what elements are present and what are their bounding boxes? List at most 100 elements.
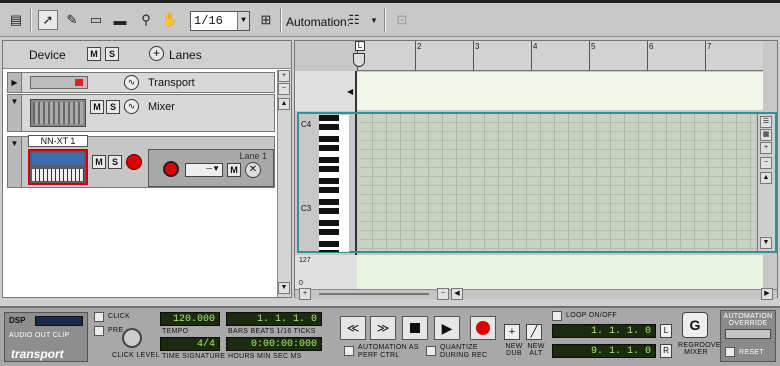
scroll-left-icon[interactable]: ◀ — [451, 288, 463, 300]
pre-checkbox[interactable] — [94, 326, 104, 336]
fast-forward-button[interactable]: ≫ — [370, 316, 396, 340]
eraser-icon[interactable]: ▭ — [86, 10, 106, 30]
regroove-button[interactable]: G — [682, 312, 708, 338]
stop-button[interactable] — [402, 316, 428, 340]
zoom-out-icon[interactable]: − — [278, 83, 290, 95]
click-label: CLICK — [108, 313, 131, 320]
loop-checkbox[interactable] — [552, 311, 562, 321]
track-name: Transport — [148, 77, 195, 89]
record-button[interactable] — [470, 316, 496, 340]
scroll-right-icon[interactable]: ▶ — [761, 288, 773, 300]
record-icon — [476, 321, 490, 335]
left-locator-button[interactable]: L — [660, 324, 672, 338]
expand-triangle-icon[interactable]: ▶ — [8, 73, 22, 92]
automation-override-indicator — [725, 329, 771, 339]
click-checkbox[interactable] — [94, 312, 104, 322]
zoom-out-icon[interactable]: − — [760, 157, 772, 169]
razor-icon[interactable]: ▬ — [110, 10, 130, 30]
collapse-triangle-icon[interactable]: ▼ — [8, 95, 22, 131]
automation-curve-icon[interactable]: ∿ — [124, 99, 139, 114]
piano-keyboard[interactable] — [319, 115, 349, 252]
transport-panel: DSP AUDIO OUT CLIP transport CLICK PRE C… — [0, 306, 780, 366]
zoom-in-icon[interactable]: + — [760, 142, 772, 154]
hand-icon[interactable]: ✋ — [160, 10, 180, 30]
mute-button[interactable]: M — [90, 100, 104, 114]
horizontal-scrollbar[interactable]: + − ◀ ▶ — [295, 288, 777, 300]
transport-lane[interactable] — [357, 72, 763, 110]
automation-label: Automation: — [286, 15, 351, 29]
note-editor-scrollbar[interactable]: ☰ ▦ + − ▲ ▼ — [757, 114, 775, 251]
reset-button[interactable] — [725, 347, 735, 357]
toolbar-divider — [30, 8, 32, 32]
arrow-icon[interactable]: ➚ — [38, 10, 58, 30]
lane-record-button[interactable] — [163, 161, 179, 177]
automation-lanes-icon[interactable]: ☷ — [344, 10, 364, 30]
snap-value: 1/16 — [194, 14, 223, 28]
zoom-in-icon[interactable]: + — [278, 70, 290, 82]
play-button[interactable]: ▶ — [434, 316, 460, 340]
collapse-triangle-icon[interactable]: ▼ — [8, 137, 22, 187]
time-units-label: HOURS MIN SEC MS — [228, 353, 302, 360]
lanes-label: Lanes — [169, 48, 202, 62]
automation-curve-icon[interactable]: ∿ — [124, 75, 139, 90]
stop-icon — [410, 323, 420, 333]
record-enable-button[interactable] — [126, 154, 142, 170]
lane-arrow-icon: ◀ — [347, 87, 354, 96]
bar-number: 3 — [475, 42, 480, 51]
mute-button[interactable]: M — [92, 155, 106, 169]
zoom-in-icon[interactable]: + — [299, 288, 311, 300]
song-position-display[interactable]: 1. 1. 1. 0 — [226, 312, 322, 326]
right-locator-button[interactable]: R — [660, 344, 672, 358]
magnify-icon[interactable]: ⚲ — [136, 10, 156, 30]
lane-name: Lane 1 — [239, 151, 267, 161]
pencil-icon[interactable]: ✎ — [62, 10, 82, 30]
time-display[interactable]: 0:00:00:000 — [226, 337, 322, 351]
delete-lane-icon[interactable]: ✕ — [245, 162, 261, 178]
snap-toggle-icon[interactable]: ⊞ — [256, 10, 276, 30]
scroll-up-icon[interactable]: ▲ — [760, 172, 772, 184]
lane-mute-button[interactable]: M — [227, 163, 241, 177]
mute-header-button[interactable]: M — [87, 47, 101, 61]
add-lane-icon[interactable]: + — [149, 46, 164, 61]
record-icon — [75, 79, 83, 86]
chevron-down-icon[interactable]: ▼ — [364, 10, 384, 30]
solo-button[interactable]: S — [106, 100, 120, 114]
new-alt-label: NEW ALT — [527, 343, 545, 357]
mixer-track[interactable]: ▼ M S ∿ Mixer — [7, 94, 275, 132]
tempo-display[interactable]: 120.000 — [160, 312, 220, 326]
solo-button[interactable]: S — [108, 155, 122, 169]
zoom-out-icon[interactable]: − — [437, 288, 449, 300]
note-editor[interactable]: C4 C3 ☰ ▦ + − ▲ ▼ — [297, 112, 777, 253]
scroll-up-icon[interactable]: ▲ — [278, 98, 290, 110]
new-alt-button[interactable]: ╱ — [526, 324, 542, 340]
note-grid[interactable] — [359, 114, 755, 251]
left-locator-display[interactable]: 1. 1. 1. 0 — [552, 324, 656, 338]
edit-mode-icon[interactable]: ▦ — [760, 129, 772, 141]
right-locator-display[interactable]: 9. 1. 1. 0 — [552, 344, 656, 358]
bar-ruler[interactable]: 1 2 3 4 5 6 7 L — [353, 41, 763, 71]
solo-header-button[interactable]: S — [105, 47, 119, 61]
click-level-knob[interactable] — [122, 328, 142, 348]
sequencer-icon[interactable]: ▤ — [6, 10, 26, 30]
left-locator-flag[interactable]: L — [355, 41, 365, 51]
scroll-down-icon[interactable]: ▼ — [278, 282, 290, 294]
snap-select[interactable]: 1/16 ▼ — [190, 11, 250, 31]
time-signature-display[interactable]: 4/4 — [160, 337, 220, 351]
audio-out-clip-label: AUDIO OUT CLIP — [9, 332, 70, 339]
click-level-label: CLICK LEVEL — [112, 352, 160, 359]
dsp-meter — [35, 316, 83, 326]
track-name-tab[interactable]: NN-XT 1 — [28, 135, 88, 147]
lane-toggle-icon[interactable]: ☰ — [760, 116, 772, 128]
new-dub-button[interactable]: + — [504, 324, 520, 340]
nnxt-track[interactable]: ▼ NN-XT 1 M S Lane 1 ─▼ M ✕ — [7, 135, 275, 188]
track-list-scrollbar[interactable]: + − ▲ ▼ — [277, 70, 291, 297]
zoom-slider[interactable] — [319, 293, 429, 295]
rewind-button[interactable]: ≪ — [340, 316, 366, 340]
song-position-marker[interactable] — [353, 53, 365, 67]
lane-select[interactable]: ─▼ — [185, 163, 223, 177]
quantize-checkbox[interactable] — [426, 346, 436, 356]
transport-track[interactable]: ▶ ∿ Transport — [7, 72, 275, 93]
automation-perf-checkbox[interactable] — [344, 346, 354, 356]
scroll-down-icon[interactable]: ▼ — [760, 237, 772, 249]
velocity-lane[interactable] — [357, 255, 763, 289]
